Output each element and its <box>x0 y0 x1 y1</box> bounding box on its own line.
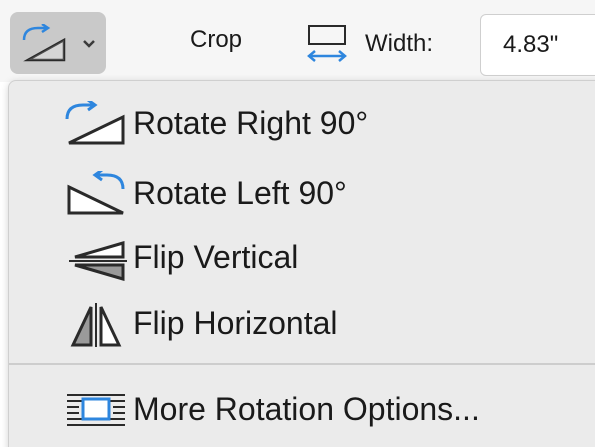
crop-button[interactable]: Crop <box>190 26 242 54</box>
menu-item-rotate-right[interactable]: Rotate Right 90° <box>9 93 595 153</box>
width-input[interactable]: 4.83" <box>480 14 595 76</box>
flip-vertical-icon <box>69 241 127 281</box>
menu-item-label: More Rotation Options... <box>133 391 480 427</box>
menu-item-label: Rotate Left 90° <box>133 175 347 211</box>
chevron-down-icon <box>83 40 95 48</box>
menu-item-more-rotation-options[interactable]: More Rotation Options... <box>9 379 595 439</box>
rotate-menu: Rotate Right 90° Rotate Left 90° Flip Ve… <box>8 80 595 447</box>
width-icon <box>307 25 347 62</box>
toolbar-ribbon: Crop Width: 4.83" <box>0 0 595 82</box>
rotate-left-icon <box>67 171 125 215</box>
rotation-options-icon <box>67 394 125 426</box>
rotate-right-icon <box>65 101 125 145</box>
width-label: Width: <box>365 30 434 57</box>
rotate-right-icon <box>22 24 66 62</box>
menu-item-label: Flip Horizontal <box>133 305 338 341</box>
menu-item-rotate-left[interactable]: Rotate Left 90° <box>9 163 595 223</box>
menu-item-label: Rotate Right 90° <box>133 105 369 141</box>
rotate-dropdown-button[interactable] <box>10 12 106 74</box>
menu-item-flip-vertical[interactable]: Flip Vertical <box>9 227 595 287</box>
flip-horizontal-icon <box>70 303 122 347</box>
width-value: 4.83" <box>503 31 559 58</box>
menu-item-label: Flip Vertical <box>133 239 299 275</box>
menu-item-flip-horizontal[interactable]: Flip Horizontal <box>9 293 595 353</box>
menu-separator <box>9 363 595 365</box>
